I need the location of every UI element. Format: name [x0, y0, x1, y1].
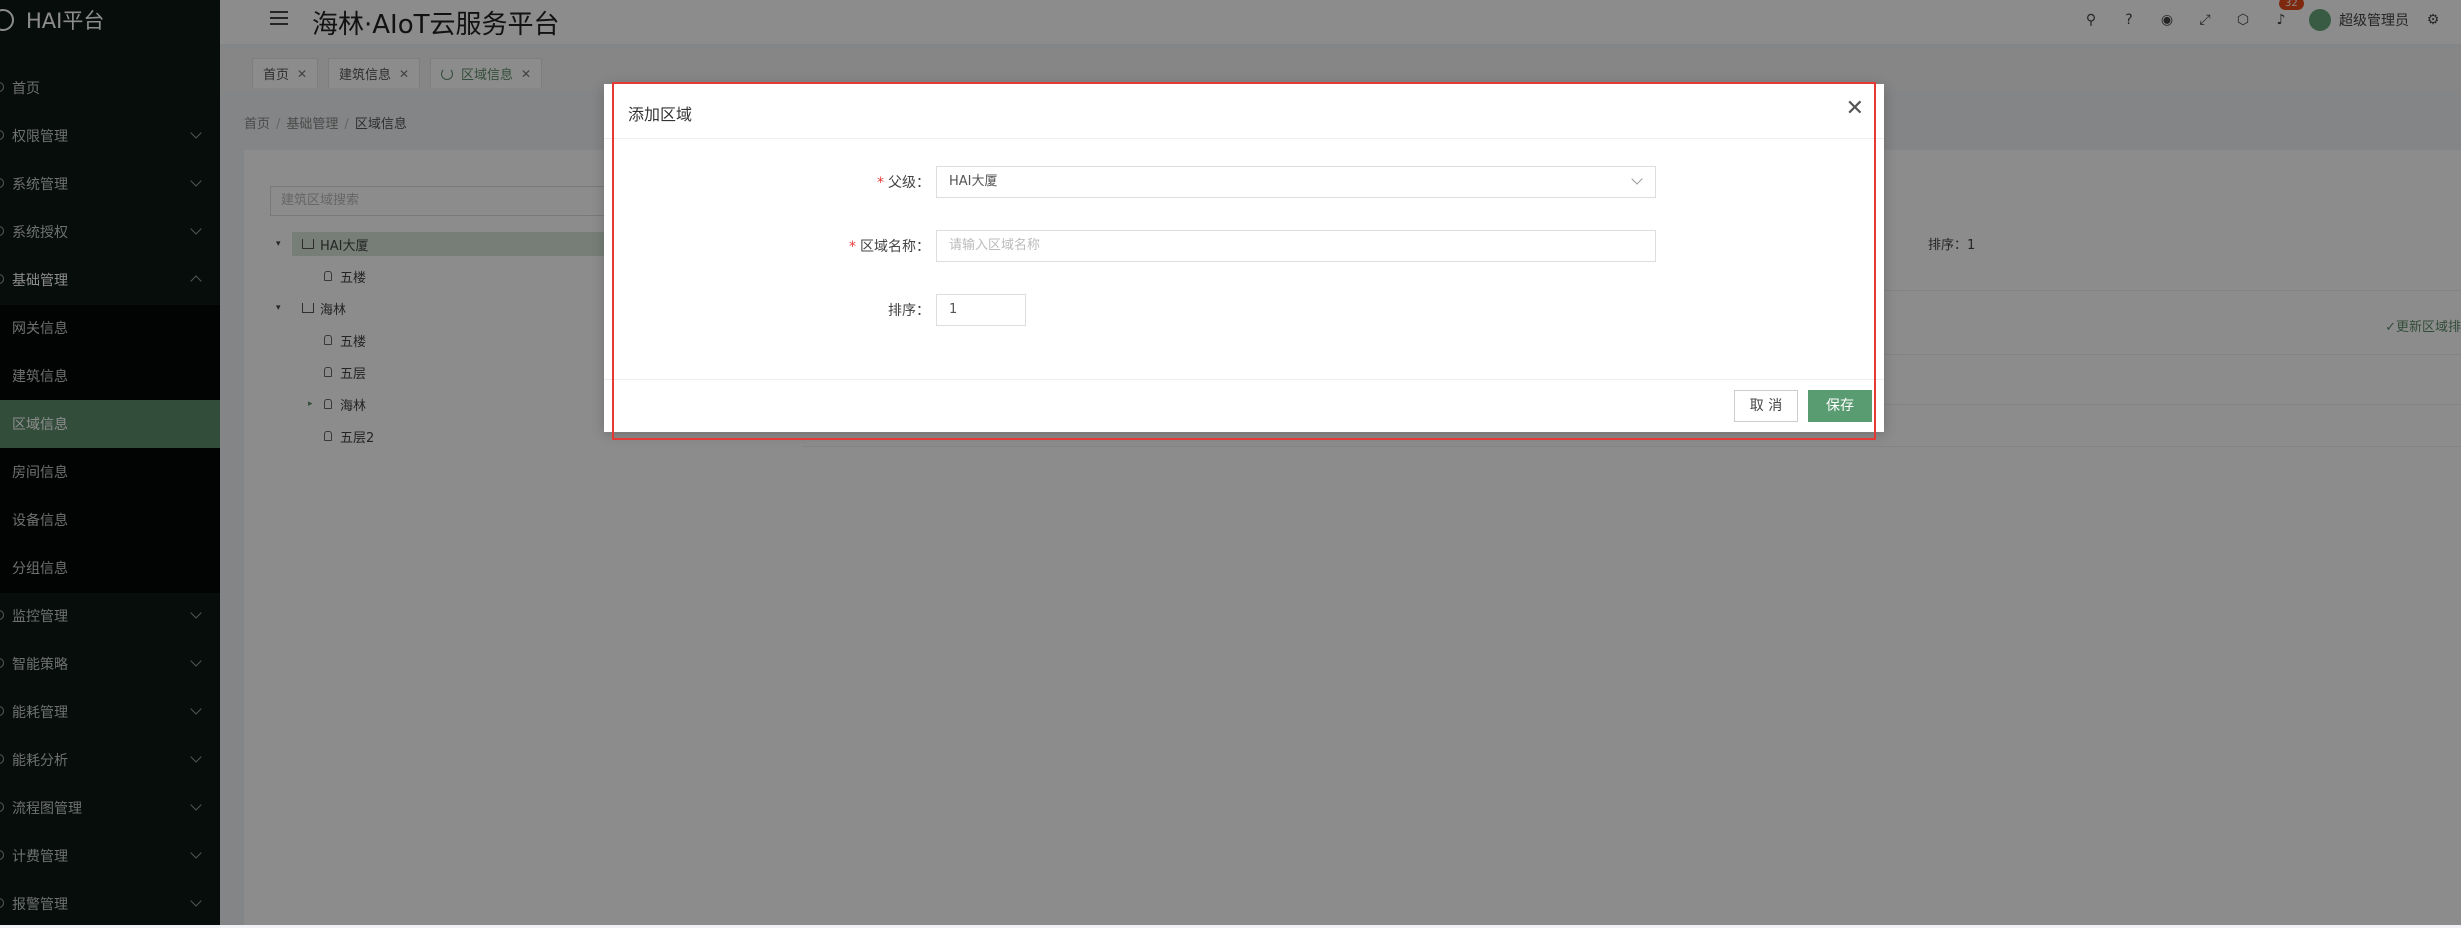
cancel-button[interactable]: 取 消: [1734, 390, 1798, 422]
parent-label: * 父级：: [877, 175, 930, 191]
dialog-header: 添加区域 ✕: [604, 84, 1884, 139]
form-row-name: * 区域名称： 请输入区域名称: [604, 230, 1884, 266]
name-label: * 区域名称：: [849, 239, 930, 255]
sort-label: 排序：: [888, 303, 930, 319]
close-icon[interactable]: ✕: [1846, 96, 1864, 121]
dialog-title: 添加区域: [628, 105, 693, 124]
sort-input[interactable]: 1: [936, 294, 1026, 326]
parent-select-value: HAI大厦: [949, 174, 998, 189]
add-area-dialog: 添加区域 ✕ * 父级： HAI大厦 * 区域名称： 请输入区域名称 排序： 1 取…: [604, 84, 1884, 432]
parent-select[interactable]: HAI大厦: [936, 166, 1656, 198]
dialog-footer: 取 消 保存: [604, 379, 1884, 433]
chevron-down-icon: [1631, 173, 1643, 185]
save-button[interactable]: 保存: [1808, 390, 1872, 422]
form-row-sort: 排序： 1: [604, 294, 1884, 330]
form-row-parent: * 父级： HAI大厦: [604, 166, 1884, 202]
area-name-input[interactable]: 请输入区域名称: [936, 230, 1656, 262]
